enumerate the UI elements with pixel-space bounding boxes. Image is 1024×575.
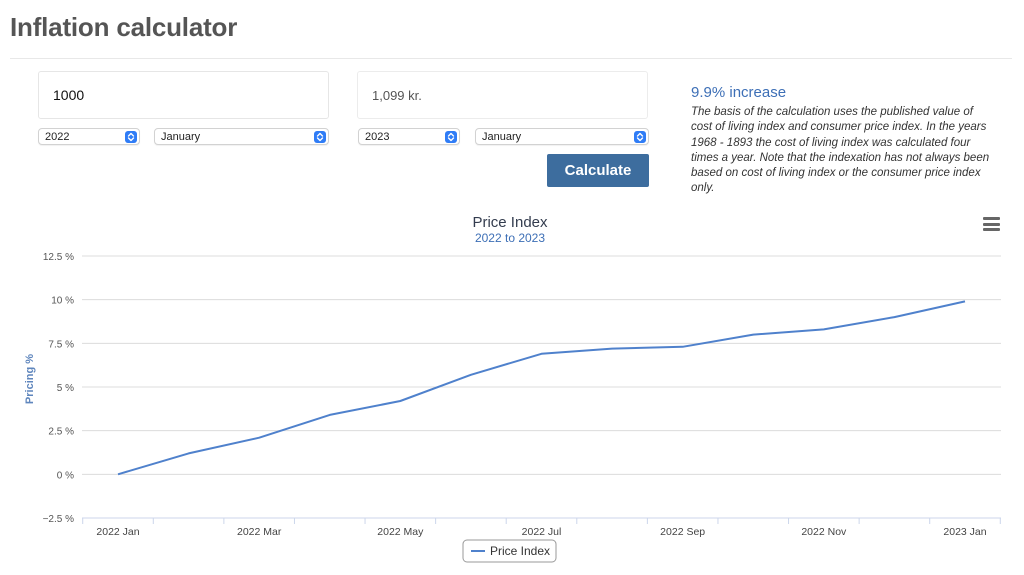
from-year-value: 2022 bbox=[45, 130, 70, 143]
chart-legend[interactable]: Price Index bbox=[462, 539, 557, 563]
data-point[interactable] bbox=[254, 433, 264, 443]
calculate-button[interactable]: Calculate bbox=[547, 154, 649, 187]
x-tick-label: 2022 May bbox=[377, 526, 424, 538]
x-tick-label: 2022 Nov bbox=[801, 526, 847, 538]
data-point[interactable] bbox=[819, 324, 829, 334]
updown-chevron-icon bbox=[314, 130, 326, 143]
to-month-select[interactable]: January bbox=[475, 128, 649, 145]
from-year-select[interactable]: 2022 bbox=[38, 128, 140, 145]
data-point[interactable] bbox=[607, 344, 617, 354]
data-point[interactable] bbox=[113, 469, 123, 479]
chart-subtitle: 2022 to 2023 bbox=[475, 231, 545, 245]
increase-headline: 9.9% increase bbox=[691, 84, 787, 101]
updown-chevron-icon bbox=[445, 130, 457, 143]
data-point[interactable] bbox=[395, 396, 405, 406]
legend-label: Price Index bbox=[490, 544, 550, 558]
data-point[interactable] bbox=[960, 296, 970, 306]
data-point[interactable] bbox=[184, 448, 194, 458]
to-year-select[interactable]: 2023 bbox=[358, 128, 460, 145]
result-field: 1,099 kr. bbox=[357, 71, 648, 119]
y-tick-label: 10 % bbox=[51, 296, 74, 307]
x-tick-label: 2022 Mar bbox=[237, 526, 282, 538]
data-point[interactable] bbox=[466, 370, 476, 380]
from-month-select[interactable]: January bbox=[154, 128, 329, 145]
price-index-chart: −2.5 % 0 % 2.5 % 5 % 7.5 % 10 % 12.5 % 2022 Ja… bbox=[24, 214, 1001, 563]
x-tick-label: 2022 Jan bbox=[96, 526, 139, 538]
from-month-value: January bbox=[161, 130, 201, 143]
data-point[interactable] bbox=[537, 349, 547, 359]
title-divider bbox=[10, 58, 1012, 59]
updown-chevron-icon bbox=[634, 130, 646, 143]
data-point[interactable] bbox=[325, 410, 335, 420]
to-year-value: 2023 bbox=[365, 130, 390, 143]
amount-input[interactable]: 1000 bbox=[38, 71, 329, 119]
chart-title: Price Index bbox=[472, 214, 548, 231]
y-tick-label: 7.5 % bbox=[48, 339, 74, 350]
series-line-price-index[interactable] bbox=[117, 300, 966, 476]
data-point[interactable] bbox=[889, 312, 899, 322]
x-tick-label: 2023 Jan bbox=[943, 526, 986, 538]
page-title: Inflation calculator bbox=[10, 12, 238, 42]
y-tick-label: 12.5 % bbox=[43, 252, 74, 263]
data-point[interactable] bbox=[748, 330, 758, 340]
to-month-value: January bbox=[482, 130, 522, 143]
y-tick-label: 2.5 % bbox=[48, 427, 74, 438]
y-tick-label: 5 % bbox=[57, 383, 74, 394]
y-tick-label: −2.5 % bbox=[43, 514, 75, 525]
data-point[interactable] bbox=[678, 342, 688, 352]
x-tick-label: 2022 Jul bbox=[522, 526, 562, 538]
y-axis-label: Pricing % bbox=[24, 354, 36, 404]
updown-chevron-icon bbox=[125, 130, 137, 143]
y-tick-label: 0 % bbox=[57, 470, 74, 481]
x-tick-label: 2022 Sep bbox=[660, 526, 705, 538]
calculation-description: The basis of the calculation uses the pu… bbox=[691, 106, 990, 195]
